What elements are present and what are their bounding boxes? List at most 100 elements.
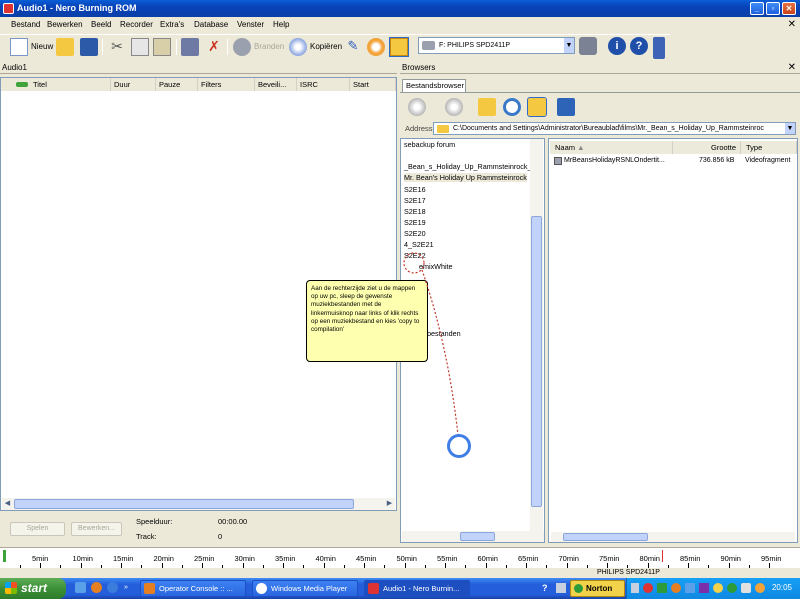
tray-icon[interactable] bbox=[727, 583, 737, 593]
column-header-beveiliging[interactable]: Beveili... bbox=[255, 78, 297, 91]
save-icon[interactable] bbox=[80, 38, 98, 56]
file-list-horizontal-scrollbar[interactable] bbox=[551, 532, 795, 542]
folders-icon[interactable] bbox=[527, 97, 547, 117]
folder-tree-horizontal-scrollbar[interactable] bbox=[402, 531, 544, 542]
search-icon[interactable] bbox=[503, 98, 521, 116]
column-header-filters[interactable]: Filters bbox=[198, 78, 255, 91]
language-help-icon[interactable]: ? bbox=[542, 583, 548, 593]
compilation-horizontal-scrollbar[interactable]: ◀ ▶ bbox=[2, 498, 395, 510]
scrollbar-thumb[interactable] bbox=[460, 532, 495, 541]
tray-printer-icon[interactable] bbox=[556, 583, 566, 593]
tray-icon[interactable] bbox=[657, 583, 667, 593]
back-icon[interactable] bbox=[408, 98, 426, 116]
column-header-pauze[interactable]: Pauze bbox=[156, 78, 198, 91]
start-button[interactable]: start bbox=[0, 578, 66, 599]
quicklaunch-firefox-icon[interactable] bbox=[91, 582, 102, 593]
copy-disc-label[interactable]: Kopiëren bbox=[310, 42, 342, 51]
disc-info-icon[interactable] bbox=[367, 38, 385, 56]
quicklaunch-desktop-icon[interactable] bbox=[75, 582, 86, 593]
copy-icon[interactable] bbox=[131, 38, 149, 56]
task-operator-console[interactable]: Operator Console :: ... bbox=[140, 580, 246, 597]
menu-beeld[interactable]: Beeld bbox=[91, 20, 111, 29]
column-header-grootte[interactable]: Grootte bbox=[673, 141, 741, 154]
menu-recorder[interactable]: Recorder bbox=[120, 20, 153, 29]
maximize-button[interactable]: ▫ bbox=[766, 2, 780, 15]
tray-icon[interactable] bbox=[713, 583, 723, 593]
scroll-right-icon[interactable]: ▶ bbox=[384, 498, 395, 510]
title-bar[interactable]: Audio1 - Nero Burning ROM _ ▫ ✕ bbox=[0, 0, 800, 17]
chevron-down-icon[interactable]: ▼ bbox=[564, 38, 574, 53]
column-header-duur[interactable]: Duur bbox=[111, 78, 156, 91]
tray-icon[interactable] bbox=[755, 583, 765, 593]
quicklaunch-ie-icon[interactable] bbox=[107, 582, 118, 593]
nero-app-icon[interactable] bbox=[3, 3, 14, 14]
quicklaunch-overflow-icon[interactable]: » bbox=[124, 584, 128, 591]
column-header-naam[interactable]: Naam ▲ bbox=[550, 141, 673, 154]
clock[interactable]: 20:05 bbox=[772, 583, 792, 592]
minimize-button[interactable]: _ bbox=[750, 2, 764, 15]
play-button[interactable]: Spelen bbox=[10, 522, 65, 536]
column-header-isrc[interactable]: ISRC bbox=[297, 78, 350, 91]
mdi-close-icon[interactable]: ✕ bbox=[788, 19, 796, 30]
open-folder-icon[interactable] bbox=[56, 38, 74, 56]
file-name[interactable]: MrBeansHolidayRSNLOndertit... bbox=[564, 155, 665, 166]
tray-icon[interactable] bbox=[643, 583, 653, 593]
column-header-titel[interactable]: Titel bbox=[1, 78, 111, 91]
paste-icon[interactable] bbox=[153, 38, 171, 56]
tree-item[interactable]: S2E19 bbox=[404, 218, 426, 227]
scroll-left-icon[interactable]: ◀ bbox=[2, 498, 13, 510]
eject-icon[interactable] bbox=[579, 37, 597, 55]
burn-button-label[interactable]: Branden bbox=[254, 42, 284, 51]
tree-item[interactable]: sebackup forum bbox=[404, 140, 455, 149]
column-header-start[interactable]: Start bbox=[350, 78, 396, 91]
tab-bestandsbrowser[interactable]: Bestandsbrowser bbox=[402, 79, 466, 92]
tray-icon[interactable] bbox=[699, 583, 709, 593]
tray-icon[interactable] bbox=[631, 583, 639, 593]
menu-extras[interactable]: Extra's bbox=[160, 20, 184, 29]
task-nero-audio1[interactable]: Audio1 - Nero Burnin... bbox=[364, 580, 470, 597]
new-document-icon[interactable] bbox=[10, 38, 28, 56]
tree-item-selected[interactable]: Mr. Bean's Holiday Up Rammsteinrock bbox=[404, 173, 527, 182]
tray-icon[interactable] bbox=[685, 583, 695, 593]
help-icon[interactable]: ? bbox=[630, 37, 648, 55]
tree-item[interactable]: S2E17 bbox=[404, 196, 426, 205]
browsers-close-icon[interactable]: ✕ bbox=[788, 62, 796, 73]
copy-disc-icon[interactable] bbox=[289, 38, 307, 56]
new-button-label[interactable]: Nieuw bbox=[31, 42, 53, 51]
edit-button[interactable]: Bewerken... bbox=[71, 522, 122, 536]
erase-disc-icon[interactable]: ✗ bbox=[205, 38, 223, 56]
tree-item[interactable]: _Bean_s_Holiday_Up_Rammsteinrock_ bbox=[404, 162, 531, 171]
info-icon[interactable]: i bbox=[608, 37, 626, 55]
up-folder-icon[interactable] bbox=[478, 98, 496, 116]
tree-item[interactable]: S2E16 bbox=[404, 185, 426, 194]
file-browser-toggle-icon[interactable] bbox=[389, 37, 409, 57]
properties-icon[interactable] bbox=[181, 38, 199, 56]
tree-item[interactable]: S2E20 bbox=[404, 229, 426, 238]
menu-database[interactable]: Database bbox=[194, 20, 228, 29]
menu-help[interactable]: Help bbox=[273, 20, 289, 29]
menu-venster[interactable]: Venster bbox=[237, 20, 264, 29]
forward-icon[interactable] bbox=[445, 98, 463, 116]
address-input[interactable]: C:\Documents and Settings\Administrator\… bbox=[433, 122, 796, 135]
tree-item[interactable]: S2E18 bbox=[404, 207, 426, 216]
drive-select[interactable]: F: PHILIPS SPD2411P ▼ bbox=[418, 37, 575, 54]
burn-icon[interactable] bbox=[233, 38, 251, 56]
close-button[interactable]: ✕ bbox=[782, 2, 796, 15]
folder-tree-vertical-scrollbar[interactable] bbox=[530, 139, 543, 531]
file-list[interactable]: Naam ▲ Grootte Type MrBeansHolidayRSNLOn… bbox=[548, 138, 798, 543]
scrollbar-thumb[interactable] bbox=[563, 533, 648, 541]
task-windows-media-player[interactable]: Windows Media Player bbox=[252, 580, 358, 597]
toolbar-overflow-icon[interactable] bbox=[653, 37, 665, 59]
column-header-type[interactable]: Type bbox=[741, 141, 797, 154]
tray-icon[interactable] bbox=[671, 583, 681, 593]
norton-tray-button[interactable]: Norton bbox=[570, 580, 625, 597]
wizard-icon[interactable]: ✎ bbox=[344, 38, 362, 56]
menu-bestand[interactable]: Bestand bbox=[11, 20, 40, 29]
scrollbar-thumb[interactable] bbox=[14, 499, 354, 509]
scrollbar-thumb[interactable] bbox=[531, 216, 542, 507]
tray-icon[interactable] bbox=[741, 583, 751, 593]
chevron-down-icon[interactable]: ▼ bbox=[785, 123, 795, 134]
views-icon[interactable] bbox=[557, 98, 575, 116]
cut-icon[interactable]: ✂ bbox=[108, 38, 126, 56]
menu-bewerken[interactable]: Bewerken bbox=[47, 20, 83, 29]
